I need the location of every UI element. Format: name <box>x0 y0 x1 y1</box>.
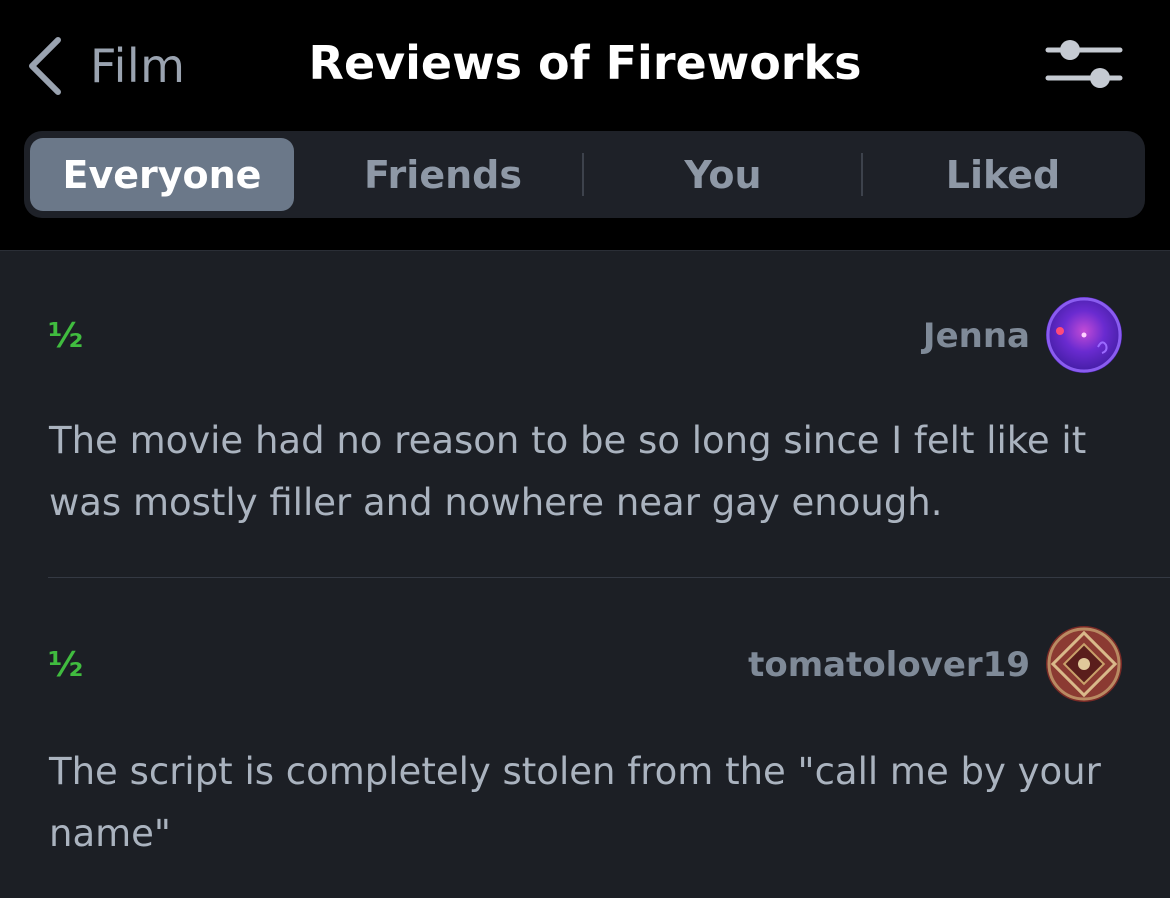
review-author[interactable]: tomatolover19 <box>748 645 1030 685</box>
page-title: Reviews of Fireworks <box>308 36 862 90</box>
chevron-left-icon <box>29 37 61 95</box>
tab-divider <box>861 153 863 196</box>
review-filter-tabs: Everyone Friends You Liked <box>24 131 1145 218</box>
tab-friends[interactable]: Friends <box>304 138 582 211</box>
avatar[interactable] <box>1046 626 1122 702</box>
avatar[interactable] <box>1046 297 1122 373</box>
tab-you[interactable]: You <box>584 138 862 211</box>
back-button[interactable]: Film <box>24 30 185 102</box>
top-bar: Film Reviews of Fireworks Everyone Frien… <box>0 0 1170 251</box>
back-label: Film <box>90 39 186 93</box>
avatar-image <box>1046 626 1122 702</box>
star-rating: ½ <box>48 645 84 685</box>
tab-liked[interactable]: Liked <box>864 138 1142 211</box>
sliders-icon[interactable] <box>1042 38 1126 94</box>
review-text: The script is completely stolen from the… <box>49 750 1101 855</box>
star-rating: ½ <box>48 316 84 356</box>
review-text: The movie had no reason to be so long si… <box>49 419 1087 524</box>
review-author[interactable]: Jenna <box>923 316 1030 356</box>
avatar-image <box>1046 297 1122 373</box>
tab-everyone[interactable]: Everyone <box>30 138 294 211</box>
divider <box>48 577 1170 578</box>
